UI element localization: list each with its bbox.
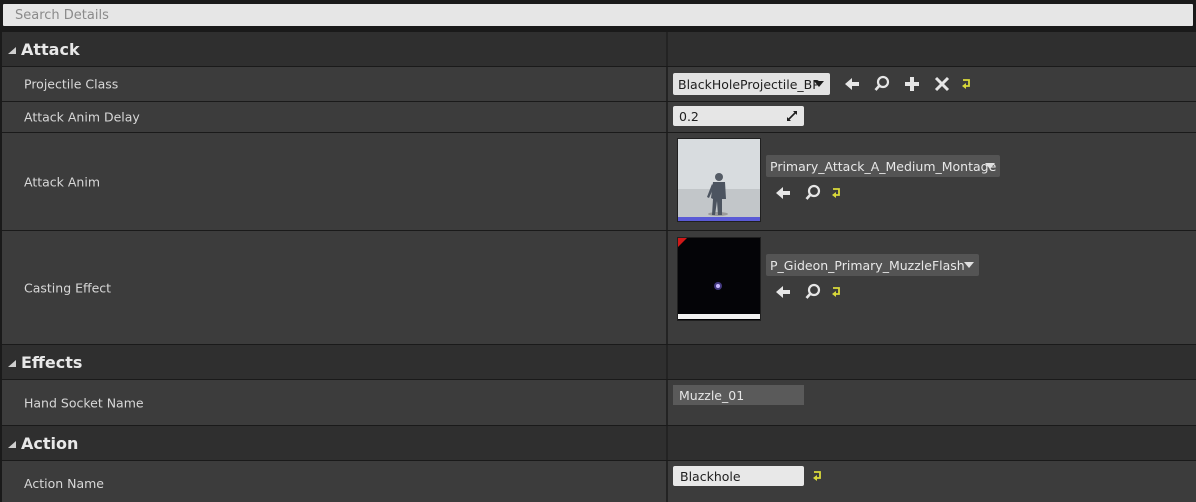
search-details-input[interactable] (13, 6, 1183, 24)
column-splitter[interactable] (666, 345, 668, 379)
attack-anim-thumbnail[interactable] (677, 138, 761, 222)
property-label: Hand Socket Name (24, 395, 144, 410)
chevron-down-icon (985, 163, 995, 169)
use-selected-arrow-icon[interactable] (843, 75, 861, 93)
attack-anim-combo[interactable]: Primary_Attack_A_Medium_Montage (766, 155, 1000, 177)
browse-magnifier-icon[interactable] (804, 283, 822, 301)
particle-effect-icon (678, 238, 760, 320)
attack-anim-delay-field[interactable]: 0.2 (673, 106, 804, 126)
reset-to-default-icon[interactable] (829, 184, 847, 202)
property-label: Attack Anim (24, 174, 101, 189)
property-label: Attack Anim Delay (24, 109, 140, 125)
category-action-header[interactable]: Action (2, 426, 1196, 460)
plus-icon[interactable] (903, 75, 921, 93)
property-row-attack-anim-delay: Attack Anim Delay 0.2 (2, 102, 1196, 132)
combo-text: BlackHoleProjectile_BP (678, 76, 820, 92)
casting-effect-thumbnail[interactable] (677, 237, 761, 321)
character-figure-icon (678, 139, 760, 221)
search-details-bar[interactable] (3, 4, 1193, 26)
action-name-field[interactable]: Blackhole (673, 466, 804, 486)
combo-text: Primary_Attack_A_Medium_Montage (770, 158, 997, 174)
property-row-action-name: Action Name Blackhole (2, 461, 1196, 502)
reset-to-default-icon[interactable] (959, 75, 977, 93)
clear-x-icon[interactable] (933, 75, 951, 93)
field-text: Muzzle_01 (679, 387, 745, 403)
column-splitter[interactable] (666, 67, 668, 101)
projectile-class-combo[interactable]: BlackHoleProjectile_BP (673, 73, 830, 95)
column-splitter[interactable] (666, 231, 668, 344)
property-label: Casting Effect (24, 280, 112, 295)
browse-magnifier-icon[interactable] (873, 75, 891, 93)
column-splitter[interactable] (666, 32, 668, 66)
casting-effect-combo[interactable]: P_Gideon_Primary_MuzzleFlash (766, 254, 979, 276)
browse-magnifier-icon[interactable] (804, 184, 822, 202)
use-selected-arrow-icon[interactable] (774, 184, 792, 202)
category-title: Attack (21, 39, 80, 59)
column-splitter[interactable] (666, 380, 668, 425)
reset-to-default-icon[interactable] (810, 467, 828, 485)
property-row-hand-socket-name: Hand Socket Name Muzzle_01 (2, 380, 1196, 425)
field-text: 0.2 (679, 108, 699, 124)
combo-text: P_Gideon_Primary_MuzzleFlash (770, 257, 965, 273)
chevron-down-icon (964, 262, 974, 268)
collapse-arrow-icon[interactable] (8, 441, 16, 448)
property-row-projectile-class: Projectile Class BlackHoleProjectile_BP (2, 67, 1196, 101)
hand-socket-name-field[interactable]: Muzzle_01 (673, 385, 804, 405)
column-splitter[interactable] (666, 102, 668, 132)
drag-resize-icon[interactable] (786, 110, 798, 122)
chevron-down-icon (814, 81, 824, 87)
column-splitter[interactable] (666, 133, 668, 230)
category-attack-header[interactable]: Attack (2, 32, 1196, 66)
property-row-attack-anim: Attack Anim Primary_Attack_A_Medium_Mont… (2, 133, 1196, 230)
property-label: Projectile Class (24, 76, 119, 92)
collapse-arrow-icon[interactable] (8, 360, 16, 367)
use-selected-arrow-icon[interactable] (774, 283, 792, 301)
category-title: Action (21, 433, 79, 453)
category-title: Effects (21, 352, 83, 372)
category-effects-header[interactable]: Effects (2, 345, 1196, 379)
field-text: Blackhole (680, 468, 741, 484)
property-label: Action Name (24, 476, 104, 491)
reset-to-default-icon[interactable] (829, 283, 847, 301)
column-splitter[interactable] (666, 426, 668, 460)
collapse-arrow-icon[interactable] (8, 47, 16, 54)
column-splitter[interactable] (666, 461, 668, 502)
property-row-casting-effect: Casting Effect P_Gideon_Primary_MuzzleFl… (2, 231, 1196, 344)
